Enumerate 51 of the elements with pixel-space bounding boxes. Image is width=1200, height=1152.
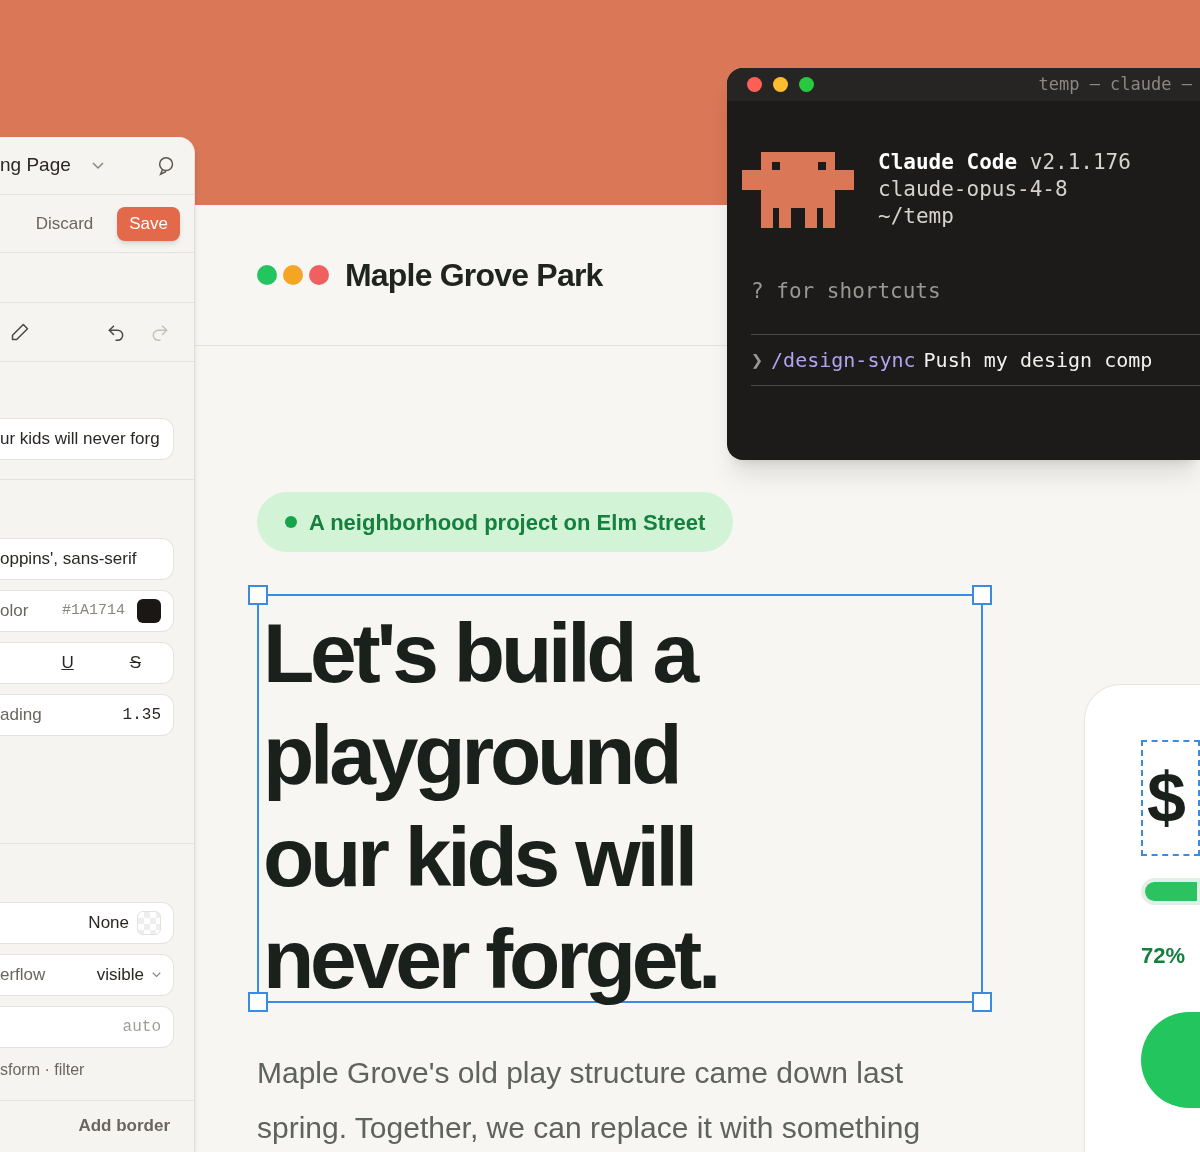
underline-button[interactable]: U bbox=[61, 650, 74, 676]
text-value: ur kids will never forg bbox=[0, 428, 160, 451]
dashed-selection[interactable]: $ bbox=[1141, 740, 1200, 856]
text-field[interactable]: ur kids will never forg bbox=[0, 418, 174, 460]
window-title: temp — claude — bbox=[1038, 72, 1192, 96]
prompt-icon: ❯ bbox=[751, 344, 764, 375]
model-name: claude-opus-4-8 bbox=[878, 176, 1069, 203]
transparent-swatch-icon[interactable] bbox=[137, 911, 161, 935]
percent-text: 72% bbox=[1141, 942, 1187, 970]
color-swatch[interactable] bbox=[137, 599, 161, 623]
resize-handle[interactable] bbox=[972, 992, 992, 1012]
color-value: #1A1714 bbox=[62, 600, 125, 621]
fill-field[interactable]: None bbox=[0, 902, 174, 944]
working-path: ~/temp bbox=[878, 203, 955, 230]
minimize-button[interactable] bbox=[773, 77, 788, 92]
resize-handle[interactable] bbox=[248, 992, 268, 1012]
badge-text: A neighborhood project on Elm Street bbox=[309, 508, 706, 537]
slash-command: /design-sync bbox=[771, 346, 916, 374]
overflow-label: erflow bbox=[0, 964, 46, 987]
page-name[interactable]: ng Page bbox=[0, 151, 71, 180]
intro-paragraph: Maple Grove's old play structure came down last spring. Together, we can replace it with something bbox=[257, 1055, 921, 1146]
undo-icon[interactable] bbox=[106, 322, 126, 342]
brand-name[interactable]: Maple Grove Park bbox=[345, 251, 603, 299]
chevron-down-icon bbox=[152, 972, 161, 978]
headline: Let's build a playground our kids will never forget. bbox=[263, 605, 719, 1008]
resize-handle[interactable] bbox=[248, 585, 268, 605]
size-field[interactable]: auto bbox=[0, 1007, 173, 1047]
maximize-button[interactable] bbox=[799, 77, 814, 92]
version-text: v2.1.176 bbox=[1029, 150, 1131, 174]
leading-field[interactable]: ading 1.35 bbox=[0, 694, 174, 736]
font-value: oppins', sans-serif bbox=[0, 548, 137, 571]
overflow-field[interactable]: erflow visible bbox=[0, 954, 174, 996]
add-border-button[interactable]: Add border bbox=[78, 1113, 170, 1139]
overflow-value: visible bbox=[96, 964, 144, 987]
resize-handle[interactable] bbox=[972, 585, 992, 605]
effects-label: sform · filter bbox=[0, 1060, 86, 1080]
font-field[interactable]: oppins', sans-serif bbox=[0, 538, 174, 580]
discard-button[interactable]: Discard bbox=[35, 210, 94, 237]
leading-label: ading bbox=[0, 704, 42, 727]
amount-text: $ bbox=[1147, 757, 1186, 839]
close-button[interactable] bbox=[747, 77, 762, 92]
color-label: olor bbox=[0, 600, 29, 623]
color-field[interactable]: olor #1A1714 bbox=[0, 590, 174, 632]
leading-value: 1.35 bbox=[122, 705, 161, 726]
pencil-icon[interactable] bbox=[10, 322, 30, 342]
product-name: Claude Code bbox=[878, 150, 1018, 174]
chevron-down-icon[interactable] bbox=[92, 161, 105, 170]
command-message: Push my design comp bbox=[923, 346, 1153, 374]
strikethrough-button[interactable]: S bbox=[129, 650, 141, 676]
fill-value: None bbox=[88, 912, 129, 935]
shortcut-hint: ? for shortcuts bbox=[750, 278, 942, 305]
